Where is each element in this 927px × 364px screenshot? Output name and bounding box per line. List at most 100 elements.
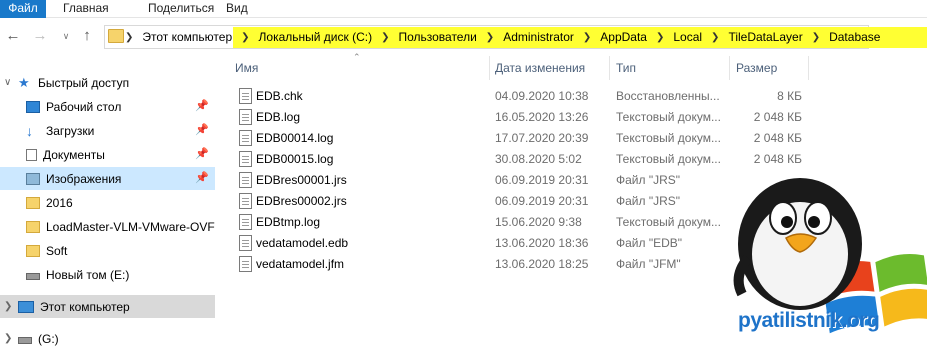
crumb-tiledatalayer[interactable]: TileDataLayer — [728, 30, 802, 44]
table-row[interactable]: EDB00015.log 30.08.2020 5:02 Текстовый д… — [228, 149, 808, 170]
table-row[interactable]: EDBtmp.log 15.06.2020 9:38 Текстовый док… — [228, 212, 808, 233]
column-divider[interactable] — [808, 56, 809, 80]
pin-icon[interactable]: 📌 — [195, 99, 209, 112]
crumb-local-disk[interactable]: Локальный диск (C:) — [259, 30, 373, 44]
file-type: Файл "JRS" — [616, 194, 681, 208]
table-row[interactable]: EDBres00001.jrs 06.09.2019 20:31 Файл "J… — [228, 170, 808, 191]
file-icon — [239, 256, 252, 272]
crumb-appdata[interactable]: AppData — [600, 30, 647, 44]
table-row[interactable]: EDB.chk 04.09.2020 10:38 Восстановленны.… — [228, 86, 808, 107]
file-type: Файл "JFM" — [616, 257, 681, 271]
tab-view[interactable]: Вид — [226, 0, 248, 18]
folder-icon — [26, 244, 40, 257]
file-date: 16.05.2020 13:26 — [495, 110, 589, 124]
file-icon — [239, 172, 252, 188]
sidebar-item-soft[interactable]: Soft — [0, 239, 215, 262]
pin-icon[interactable]: 📌 — [195, 171, 209, 184]
file-date: 06.09.2019 20:31 — [495, 173, 589, 187]
sidebar-item-label: Новый том (E:) — [46, 267, 130, 282]
sidebar-item-quick-access[interactable]: ∨ ★ Быстрый доступ — [0, 71, 215, 94]
file-name: vedatamodel.jfm — [256, 257, 345, 271]
crumb-users[interactable]: Пользователи — [398, 30, 476, 44]
sidebar-item-label: (G:) — [38, 331, 59, 346]
penguin-logo-icon — [733, 178, 927, 334]
computer-icon — [18, 300, 34, 313]
forward-arrow-icon[interactable]: → — [32, 27, 48, 45]
file-date: 30.08.2020 5:02 — [495, 152, 582, 166]
chevron-right-icon[interactable]: ❯ — [812, 32, 820, 43]
sidebar-item-pictures[interactable]: Изображения 📌 — [0, 167, 215, 190]
table-row[interactable]: vedatamodel.edb 13.06.2020 18:36 Файл "E… — [228, 233, 808, 254]
address-bar[interactable]: ❯ Этот компьютер ❯ Локальный диск (C:) ❯… — [104, 25, 927, 49]
file-size: 8 КБ — [777, 89, 802, 103]
sidebar-item-desktop[interactable]: Рабочий стол 📌 — [0, 95, 215, 118]
file-name: EDB00014.log — [256, 131, 334, 145]
pin-icon[interactable]: 📌 — [195, 123, 209, 136]
table-row[interactable]: EDB.log 16.05.2020 13:26 Текстовый докум… — [228, 107, 808, 128]
file-type: Текстовый докум... — [616, 131, 721, 145]
chevron-down-icon[interactable]: ∨ — [4, 77, 14, 88]
column-header-size[interactable]: Размер — [736, 56, 777, 80]
crumb-this-pc[interactable]: Этот компьютер — [142, 30, 232, 44]
chevron-right-icon[interactable]: ❯ — [711, 32, 719, 43]
table-row[interactable]: vedatamodel.jfm 13.06.2020 18:25 Файл "J… — [228, 254, 808, 275]
column-header-type[interactable]: Тип — [616, 56, 636, 80]
star-icon: ★ — [18, 74, 30, 90]
chevron-right-icon[interactable]: ❯ — [4, 301, 14, 312]
chevron-right-icon[interactable]: ❯ — [583, 32, 591, 43]
file-name: EDBres00002.jrs — [256, 194, 347, 208]
back-arrow-icon[interactable]: ← — [5, 27, 21, 45]
file-name: vedatamodel.edb — [256, 236, 349, 250]
file-type: Текстовый докум... — [616, 152, 721, 166]
sidebar-item-downloads[interactable]: ↓ Загрузки 📌 — [0, 119, 215, 142]
column-header-name[interactable]: Имя — [235, 56, 258, 80]
file-date: 13.06.2020 18:36 — [495, 236, 589, 250]
tab-share[interactable]: Поделиться — [148, 0, 214, 18]
documents-icon — [26, 148, 37, 161]
chevron-right-icon[interactable]: ❯ — [4, 333, 14, 344]
sidebar-item-label: Быстрый доступ — [38, 75, 130, 90]
file-type: Файл "EDB" — [616, 236, 683, 250]
text-file-icon — [239, 109, 252, 125]
sidebar-item-documents[interactable]: Документы 📌 — [0, 143, 215, 166]
crumb-local[interactable]: Local — [673, 30, 702, 44]
column-header-date[interactable]: Дата изменения — [495, 56, 585, 80]
crumb-database[interactable]: Database — [829, 30, 880, 44]
chevron-right-icon[interactable]: ❯ — [125, 32, 133, 43]
recent-locations-chevron-icon[interactable]: ∨ — [58, 27, 74, 45]
chevron-right-icon[interactable]: ❯ — [381, 32, 389, 43]
file-type: Файл "JRS" — [616, 173, 681, 187]
chevron-right-icon[interactable]: ❯ — [656, 32, 664, 43]
tab-home[interactable]: Главная — [63, 0, 109, 18]
table-row[interactable]: EDB00014.log 17.07.2020 20:39 Текстовый … — [228, 128, 808, 149]
pin-icon[interactable]: 📌 — [195, 147, 209, 160]
file-icon — [239, 235, 252, 251]
file-date: 13.06.2020 18:25 — [495, 257, 589, 271]
file-name: EDB.log — [256, 110, 301, 124]
file-size: 2 048 КБ — [753, 131, 802, 145]
sidebar-item-label: Soft — [46, 243, 68, 258]
file-icon — [239, 88, 252, 104]
chevron-right-icon[interactable]: ❯ — [241, 32, 249, 43]
sidebar-item-new-volume-e[interactable]: Новый том (E:) — [0, 263, 215, 286]
table-row[interactable]: EDBres00002.jrs 06.09.2019 20:31 Файл "J… — [228, 191, 808, 212]
crumb-administrator[interactable]: Administrator — [503, 30, 574, 44]
sidebar-item-label: Документы — [43, 147, 105, 162]
sidebar-item-2016[interactable]: 2016 — [0, 191, 215, 214]
column-divider[interactable] — [609, 56, 610, 80]
up-arrow-icon[interactable]: ↑ — [79, 27, 95, 45]
sort-arrow-icon: ⌃ — [353, 52, 361, 62]
column-divider[interactable] — [489, 56, 490, 80]
file-name: EDB.chk — [256, 89, 303, 103]
sidebar-item-this-pc[interactable]: ❯ Этот компьютер — [0, 295, 215, 318]
tab-file[interactable]: Файл — [0, 0, 46, 18]
desktop-icon — [26, 100, 40, 113]
chevron-right-icon[interactable]: ❯ — [486, 32, 494, 43]
breadcrumb: ❯ Этот компьютер ❯ Локальный диск (C:) ❯… — [125, 26, 880, 48]
sidebar-item-label: Изображения — [46, 171, 122, 186]
column-divider[interactable] — [729, 56, 730, 80]
sidebar-item-loadmaster[interactable]: LoadMaster-VLM-VMware-OVF — [0, 215, 215, 238]
folder-icon — [26, 220, 40, 233]
sidebar-item-drive-g[interactable]: ❯ (G:) — [0, 327, 215, 350]
drive-icon — [26, 272, 40, 280]
